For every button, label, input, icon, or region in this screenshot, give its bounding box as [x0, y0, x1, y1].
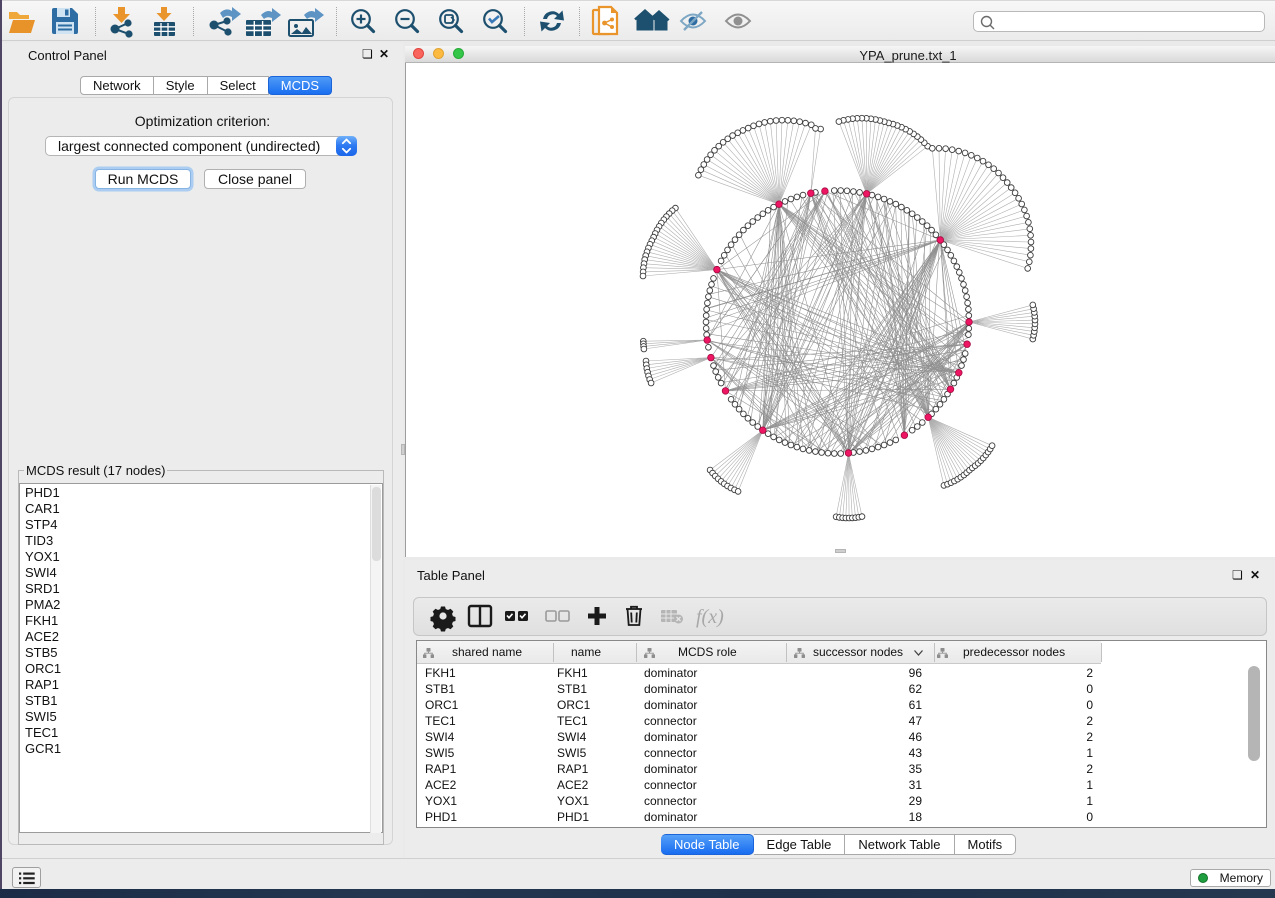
svg-text:f(x): f(x) [696, 606, 724, 628]
